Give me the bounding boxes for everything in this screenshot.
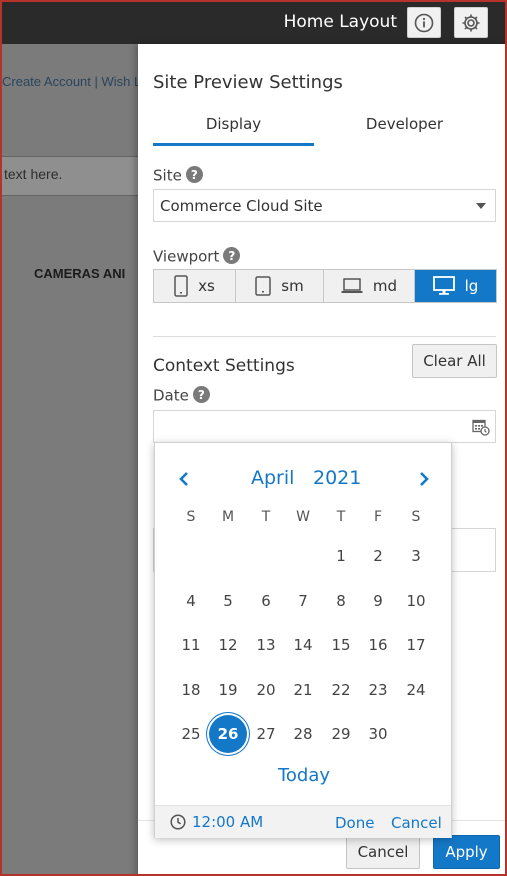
calendar-day[interactable]: 22 [322, 671, 360, 709]
viewport-lg-label: lg [464, 277, 479, 295]
site-select[interactable]: Commerce Cloud Site [153, 189, 496, 222]
calendar-day[interactable]: 19 [209, 671, 247, 709]
calendar-day[interactable]: 13 [247, 626, 285, 664]
site-label: Site? [153, 166, 203, 185]
calendar-day[interactable]: 30 [359, 715, 397, 753]
date-picker-footer: 12:00 AM Done Cancel [155, 805, 451, 838]
clock-icon [170, 814, 186, 830]
calendar-day[interactable]: 15 [322, 626, 360, 664]
viewport-label-text: Viewport [153, 247, 220, 266]
context-settings-title: Context Settings [153, 356, 295, 376]
caret-down-icon [476, 203, 486, 209]
calendar-day-selected[interactable]: 26 [209, 715, 247, 753]
viewport-sm-label: sm [281, 277, 304, 295]
calendar-day[interactable]: 1 [322, 537, 360, 575]
calendar-clock-icon[interactable] [472, 418, 490, 436]
calendar-day[interactable]: 2 [359, 537, 397, 575]
tab-developer[interactable]: Developer [324, 112, 485, 146]
gear-icon [462, 14, 480, 31]
calendar-month[interactable]: April [251, 467, 294, 489]
weekday-header: S [186, 509, 196, 525]
help-icon[interactable]: ? [223, 247, 241, 264]
apply-button[interactable]: Apply [433, 835, 500, 869]
previous-month-button[interactable] [172, 467, 196, 491]
weekday-header: F [373, 509, 383, 525]
laptop-icon [341, 278, 363, 293]
viewport-xs-button[interactable]: xs [154, 270, 236, 302]
viewport-xs-label: xs [198, 277, 215, 295]
next-month-button[interactable] [412, 467, 436, 491]
calendar-day[interactable]: 25 [172, 715, 210, 753]
time-toggle[interactable]: 12:00 AM [170, 813, 263, 831]
date-picker-popup: April 2021 S M T W T F S 1 2 3 4 5 6 7 8 9 10 11 12 13 14 15 1… [154, 442, 452, 838]
weekday-header: T [336, 509, 346, 525]
viewport-label: Viewport? [153, 247, 241, 266]
viewport-sm-button[interactable]: sm [236, 270, 324, 302]
active-tab-indicator [153, 143, 314, 146]
calendar-day[interactable]: 27 [247, 715, 285, 753]
weekday-header: T [261, 509, 271, 525]
calendar-day[interactable]: 7 [284, 582, 322, 620]
app-frame: Home Layout Create Account | Wish Li tex… [0, 0, 507, 876]
info-button[interactable] [407, 7, 441, 38]
viewport-lg-button[interactable]: lg [415, 270, 496, 302]
time-value: 12:00 AM [192, 813, 264, 831]
calendar-day[interactable]: 23 [359, 671, 397, 709]
help-icon[interactable]: ? [192, 386, 210, 403]
calendar-day[interactable]: 6 [247, 582, 285, 620]
calendar-day[interactable]: 3 [397, 537, 435, 575]
modal-overlay[interactable] [2, 44, 139, 874]
cancel-button[interactable]: Cancel [346, 835, 420, 869]
picker-cancel-button[interactable]: Cancel [391, 814, 442, 832]
chevron-left-icon [179, 472, 188, 486]
calendar-day[interactable]: 18 [172, 671, 210, 709]
site-select-value: Commerce Cloud Site [160, 197, 323, 215]
calendar-day[interactable]: 14 [284, 626, 322, 664]
calendar-day[interactable]: 20 [247, 671, 285, 709]
settings-button[interactable] [454, 7, 488, 38]
date-label: Date? [153, 386, 210, 405]
calendar-year[interactable]: 2021 [313, 467, 361, 489]
weekday-header: M [221, 509, 235, 525]
calendar-day[interactable]: 17 [397, 626, 435, 664]
clear-all-button[interactable]: Clear All [412, 344, 497, 378]
calendar-day[interactable]: 9 [359, 582, 397, 620]
layout-title: Home Layout [283, 12, 397, 32]
viewport-md-label: md [372, 277, 398, 295]
section-divider [153, 336, 496, 337]
weekday-header: S [411, 509, 421, 525]
viewport-md-button[interactable]: md [324, 270, 415, 302]
calendar-day[interactable]: 8 [322, 582, 360, 620]
date-label-text: Date [153, 386, 189, 405]
panel-title: Site Preview Settings [153, 72, 343, 93]
calendar-day[interactable]: 29 [322, 715, 360, 753]
today-button[interactable]: Today [155, 765, 453, 786]
tab-display[interactable]: Display [153, 112, 314, 146]
calendar-day[interactable]: 5 [209, 582, 247, 620]
calendar-day[interactable]: 21 [284, 671, 322, 709]
calendar-day[interactable]: 12 [209, 626, 247, 664]
tablet-icon [255, 276, 272, 296]
calendar-day[interactable]: 10 [397, 582, 435, 620]
phone-icon [174, 275, 188, 297]
desktop-icon [432, 276, 455, 295]
weekday-header: W [296, 509, 310, 525]
calendar-day[interactable]: 4 [172, 582, 210, 620]
help-icon[interactable]: ? [185, 166, 203, 183]
date-input[interactable] [153, 410, 496, 443]
settings-tabs: Display Developer [153, 112, 495, 148]
calendar-day[interactable]: 11 [172, 626, 210, 664]
top-header: Home Layout [2, 2, 505, 44]
viewport-selector: xs sm md lg [153, 269, 497, 303]
chevron-right-icon [420, 472, 429, 486]
info-circle-icon [414, 13, 434, 32]
calendar-day[interactable]: 28 [284, 715, 322, 753]
site-label-text: Site [153, 166, 182, 185]
done-button[interactable]: Done [335, 814, 374, 832]
calendar-day[interactable]: 24 [397, 671, 435, 709]
calendar-day[interactable]: 16 [359, 626, 397, 664]
